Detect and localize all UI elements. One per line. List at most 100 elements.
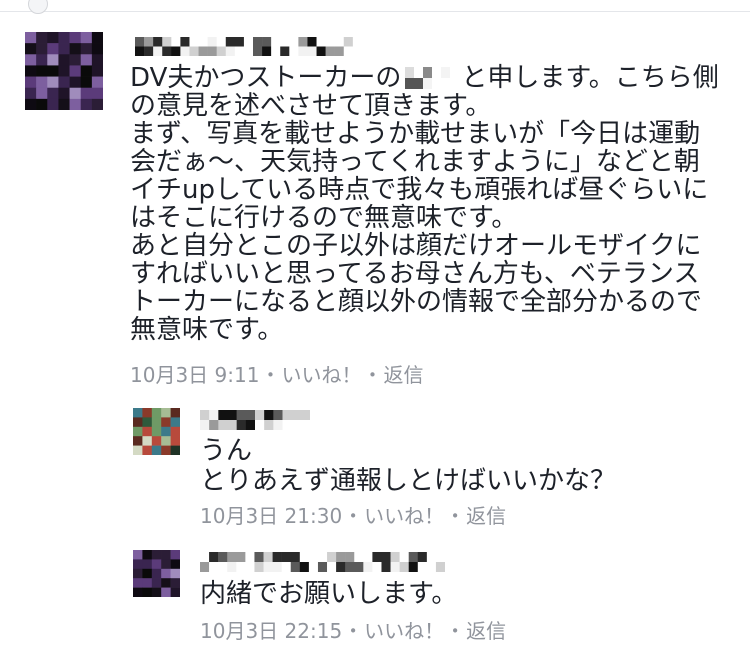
mosaic-tile <box>69 98 82 110</box>
mosaic-tile <box>80 98 93 110</box>
mosaic-tile <box>133 417 143 428</box>
mosaic-tile <box>151 568 162 579</box>
mosaic-tile <box>209 420 219 430</box>
mosaic-tile <box>91 43 103 55</box>
mosaic-tile <box>162 46 172 56</box>
mosaic-tile <box>69 54 82 66</box>
mosaic-tile <box>225 46 236 56</box>
mosaic-tile <box>91 87 103 100</box>
like-link[interactable]: いいね！ <box>364 504 444 528</box>
avatar[interactable] <box>133 408 180 455</box>
reply-link[interactable]: 返信 <box>466 504 506 528</box>
mosaic-tile <box>151 417 162 428</box>
comment-text-segment: と申します。こちら側 <box>461 63 719 93</box>
mosaic-tile <box>170 559 180 570</box>
mosaic-tile <box>25 43 37 55</box>
mosaic-tile <box>36 76 48 89</box>
mosaic-tile <box>236 552 246 563</box>
mosaic-tile <box>227 562 237 572</box>
mosaic-tile <box>36 54 48 66</box>
mosaic-tile <box>234 37 245 47</box>
mosaic-tile <box>263 552 273 563</box>
mosaic-tile <box>142 578 153 588</box>
mosaic-tile <box>345 562 355 572</box>
mosaic-tile <box>170 408 180 418</box>
mosaic-tile <box>91 65 103 77</box>
timestamp[interactable]: 10月3日 9:11 <box>130 363 259 387</box>
mosaic-tile <box>170 578 180 588</box>
mosaic-tile <box>243 37 254 47</box>
mosaic-tile <box>142 550 153 560</box>
mosaic-tile <box>254 562 264 572</box>
mosaic-tile <box>170 568 180 579</box>
mosaic-tile <box>142 568 153 579</box>
mosaic-tile <box>47 98 59 110</box>
mosaic-tile <box>255 420 265 430</box>
mosaic-tile <box>36 65 48 77</box>
redacted-author-name[interactable] <box>200 410 310 430</box>
mosaic-tile <box>161 568 171 579</box>
mosaic-tile <box>245 420 256 430</box>
mosaic-tile <box>69 76 82 89</box>
mosaic-tile <box>408 562 419 572</box>
comment-line: 会だぁ〜、天気持ってくれますように」などと朝 <box>130 147 700 177</box>
mosaic-tile <box>91 76 103 89</box>
mosaic-tile <box>236 420 247 430</box>
mosaic-tile <box>47 43 59 55</box>
mosaic-tile <box>298 37 308 47</box>
mosaic-tile <box>298 46 308 56</box>
comment-line: すればいいと思ってるお母さん方も、ベテランス <box>130 259 700 289</box>
mosaic-tile <box>352 37 363 47</box>
mosaic-tile <box>334 46 345 56</box>
mosaic-tile <box>273 420 283 430</box>
comment-meta: 10月3日 21:30・いいね！・返信 <box>200 503 506 529</box>
separator: ・ <box>343 619 364 643</box>
mosaic-tile <box>280 37 290 47</box>
like-link[interactable]: いいね！ <box>281 363 361 387</box>
mosaic-tile <box>47 32 59 44</box>
mosaic-tile <box>405 67 415 79</box>
mosaic-tile <box>307 46 317 56</box>
reply-link[interactable]: 返信 <box>383 363 423 387</box>
mosaic-tile <box>354 562 364 572</box>
mosaic-tile <box>142 587 153 597</box>
mosaic-tile <box>372 562 382 572</box>
mosaic-tile <box>162 37 172 47</box>
mosaic-tile <box>144 46 154 56</box>
mosaic-tile <box>69 87 82 100</box>
redacted-author-name[interactable] <box>135 37 371 56</box>
mosaic-tile <box>299 552 310 563</box>
mosaic-tile <box>325 37 335 47</box>
mosaic-tile <box>236 562 246 572</box>
redacted-author-name[interactable] <box>200 552 445 572</box>
like-link[interactable]: いいね！ <box>364 619 444 643</box>
mosaic-tile <box>133 568 143 579</box>
mosaic-tile <box>161 417 171 428</box>
mosaic-tile <box>91 32 103 44</box>
avatar[interactable] <box>25 32 103 110</box>
mosaic-tile <box>216 46 227 56</box>
mosaic-tile <box>216 37 227 47</box>
mosaic-tile <box>432 78 442 89</box>
timestamp[interactable]: 10月3日 21:30 <box>200 504 342 528</box>
mosaic-tile <box>144 37 154 47</box>
avatar[interactable] <box>133 550 180 597</box>
mosaic-tile <box>133 408 143 418</box>
mosaic-tile <box>255 410 265 421</box>
mosaic-tile <box>282 420 292 430</box>
mosaic-tile <box>399 552 409 563</box>
mosaic-tile <box>58 32 70 44</box>
mosaic-tile <box>25 87 37 100</box>
comment-line: イチupしている時点で我々も頑張れば昼ぐらいに <box>130 175 709 205</box>
comment-line: まず、写真を載せようか載せまいが「今日は運動 <box>130 119 701 149</box>
mosaic-tile <box>170 417 180 428</box>
mosaic-tile <box>300 420 310 430</box>
reply-link[interactable]: 返信 <box>466 619 506 643</box>
mosaic-tile <box>408 552 419 563</box>
timestamp[interactable]: 10月3日 22:15 <box>200 619 342 643</box>
mosaic-tile <box>80 32 93 44</box>
mosaic-tile <box>133 445 143 455</box>
mosaic-tile <box>69 65 82 77</box>
mosaic-tile <box>327 562 337 572</box>
mosaic-tile <box>171 46 181 56</box>
